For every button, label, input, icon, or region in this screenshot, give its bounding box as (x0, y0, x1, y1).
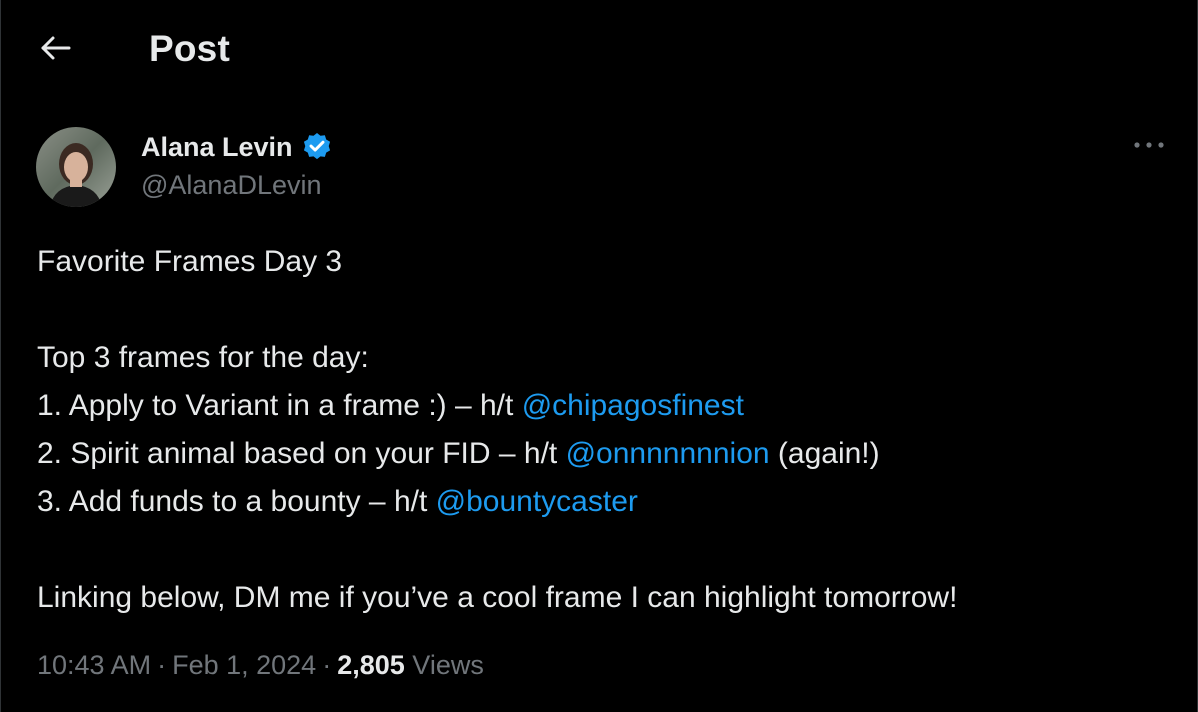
back-button[interactable] (31, 28, 81, 72)
list-item-text: 3. Add funds to a bounty – h/t (37, 485, 436, 518)
post-time[interactable]: 10:43 AM (37, 650, 151, 680)
tweet-text: Favorite Frames Day 3 Top 3 frames for t… (37, 238, 1167, 622)
mention-link[interactable]: @chipagosfinest (522, 389, 744, 422)
avatar[interactable] (36, 127, 116, 207)
views-label: Views (412, 650, 484, 680)
author-name-row: Alana Levin (141, 128, 333, 166)
mention-link[interactable]: @bountycaster (436, 485, 638, 518)
page-title: Post (149, 28, 230, 69)
tweet-list-item: 3. Add funds to a bounty – h/t @bountyca… (37, 478, 1167, 526)
list-item-suffix: (again!) (769, 437, 880, 470)
tweet-list-item: 2. Spirit animal based on your FID – h/t… (37, 430, 1167, 478)
views-count: 2,805 (337, 650, 405, 680)
list-item-text: 1. Apply to Variant in a frame :) – h/t (37, 389, 522, 422)
tweet-line: Favorite Frames Day 3 (37, 245, 343, 278)
post-meta: 10:43 AM · Feb 1, 2024 · 2,805 Views (37, 650, 484, 681)
more-options-button[interactable] (1129, 132, 1169, 160)
more-horizontal-icon (1132, 137, 1166, 155)
author-name[interactable]: Alana Levin (141, 132, 293, 163)
mention-link[interactable]: @onnnnnnnion (566, 437, 770, 470)
author-handle[interactable]: @AlanaDLevin (141, 170, 322, 201)
meta-separator: · (157, 650, 167, 680)
page-header: Post (1, 0, 1198, 98)
list-item-text: 2. Spirit animal based on your FID – h/t (37, 437, 566, 470)
verified-badge-icon[interactable] (301, 131, 333, 163)
meta-separator: · (322, 650, 332, 680)
arrow-left-icon (39, 33, 73, 68)
tweet-line: Top 3 frames for the day: (37, 341, 369, 374)
tweet-list-item: 1. Apply to Variant in a frame :) – h/t … (37, 382, 1167, 430)
post-page: Post Alana Levin @AlanaDLevin Favorite F… (0, 0, 1198, 712)
post-date[interactable]: Feb 1, 2024 (172, 650, 316, 680)
tweet-line: Linking below, DM me if you’ve a cool fr… (37, 581, 958, 614)
